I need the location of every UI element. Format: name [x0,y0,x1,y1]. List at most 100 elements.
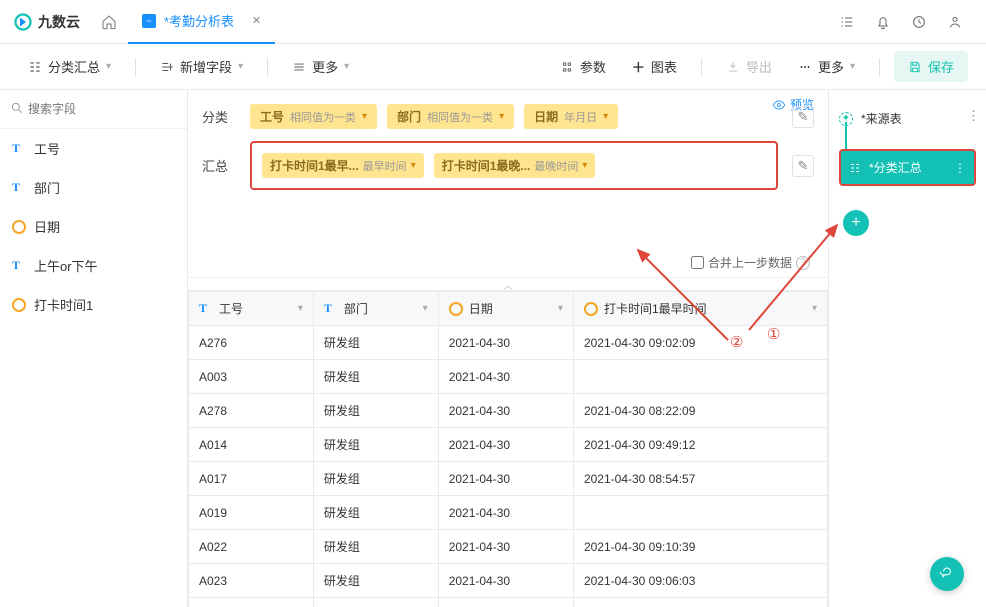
table-cell: 2021-04-30 [438,598,573,607]
table-cell: 2021-04-30 09:06:03 [573,564,827,598]
text-type-icon: T [12,180,26,195]
export-button[interactable]: 导出 [716,52,782,81]
node-more-icon[interactable]: ⋮ [954,161,966,175]
table-cell: 2021-04-30 [438,496,573,530]
table-cell: 研发组 [313,428,438,462]
tab-active[interactable]: ~ *考勤分析表 × [128,0,275,44]
search-icon [10,101,24,118]
summary-chip[interactable]: 打卡时间1最早...最早时间▾ [262,153,424,178]
save-button[interactable]: 保存 [894,51,968,82]
date-type-icon [12,298,26,312]
help-icon[interactable]: ? [796,256,810,270]
merge-prev-checkbox[interactable] [691,256,704,269]
merge-prev-row: 合并上一步数据 ? [188,248,828,277]
add-field-button[interactable]: 新增字段 ▾ [150,52,253,81]
group-by-label: 分类汇总 [48,57,100,76]
table-row[interactable]: A278研发组2021-04-302021-04-30 08:22:09 [189,394,828,428]
top-right-actions [838,13,982,31]
field-item[interactable]: 打卡时间1 [0,285,187,324]
tab-close-icon[interactable]: × [252,12,261,29]
field-name: 工号 [34,139,60,158]
field-item[interactable]: T工号 [0,129,187,168]
classify-label: 分类 [202,107,236,126]
table-cell: A017 [189,462,314,496]
classify-chip[interactable]: 日期年月日▾ [524,104,618,129]
field-search [0,90,187,129]
classify-chip[interactable]: 工号相同值为一类▾ [250,104,377,129]
user-icon[interactable] [946,13,964,31]
table-cell: A014 [189,428,314,462]
toolbar-separator [701,58,702,76]
table-cell: 2021-04-30 [438,530,573,564]
summary-row: 汇总 打卡时间1最早...最早时间▾ 打卡时间1最晚...最晚时间▾ ✎ [188,137,828,198]
table-row[interactable]: A281研发组2021-04-302021-04-30 09:49:00 [189,598,828,607]
field-item[interactable]: 日期 [0,207,187,246]
column-header[interactable]: 打卡时间1最早时间 ▾ [573,292,827,326]
home-button[interactable] [90,14,128,30]
groupby-node[interactable]: *分类汇总 ⋮ [839,149,976,186]
chart-button[interactable]: ＋ 图表 [622,52,687,81]
source-label: *来源表 [861,110,902,127]
groupby-node-label: *分类汇总 [869,159,922,176]
column-header[interactable]: T部门▾ [313,292,438,326]
table-row[interactable]: A014研发组2021-04-302021-04-30 09:49:12 [189,428,828,462]
table-cell: 2021-04-30 08:54:57 [573,462,827,496]
table-row[interactable]: A022研发组2021-04-302021-04-30 09:10:39 [189,530,828,564]
table-cell [573,496,827,530]
toolbar-separator [267,58,268,76]
tab-analysis-icon: ~ [142,14,156,28]
group-by-button[interactable]: 分类汇总 ▾ [18,52,121,81]
collapse-handle[interactable]: ︿ [188,277,828,291]
flow-sidebar: ⋮ ✦ *来源表 *分类汇总 ⋮ + ① [828,90,986,607]
table-row[interactable]: A019研发组2021-04-30 [189,496,828,530]
table-cell: 研发组 [313,394,438,428]
date-type-icon [12,220,26,234]
table-row[interactable]: A023研发组2021-04-302021-04-30 09:06:03 [189,564,828,598]
table-row[interactable]: A017研发组2021-04-302021-04-30 08:54:57 [189,462,828,496]
table-cell: 2021-04-30 09:49:00 [573,598,827,607]
field-name: 上午or下午 [34,256,98,275]
table-cell: 研发组 [313,598,438,607]
params-button[interactable]: 参数 [550,52,616,81]
annotation-2: ② [730,333,743,351]
clock-icon[interactable] [910,13,928,31]
text-type-icon: T [199,301,213,316]
table-cell: 研发组 [313,530,438,564]
table-row[interactable]: A003研发组2021-04-30 [189,360,828,394]
column-name: 打卡时间1最早时间 [604,300,707,317]
app-logo[interactable]: 九数云 [4,12,90,32]
chevron-down-icon: ▾ [298,303,303,314]
more-button[interactable]: 更多 ▾ [282,52,359,81]
source-more-icon[interactable]: ⋮ [967,108,980,124]
field-item[interactable]: T部门 [0,168,187,207]
classify-chip[interactable]: 部门相同值为一类▾ [387,104,514,129]
summary-chip[interactable]: 打卡时间1最晚...最晚时间▾ [434,153,596,178]
field-item[interactable]: T上午or下午 [0,246,187,285]
chevron-down-icon: ▾ [423,303,428,314]
table-cell: 2021-04-30 [438,326,573,360]
table-cell: 2021-04-30 09:02:09 [573,326,827,360]
table-cell: 研发组 [313,564,438,598]
summary-label: 汇总 [202,156,236,175]
chart-label: 图表 [651,57,677,76]
add-node-button[interactable]: + [843,210,869,236]
add-classify-chip[interactable]: ✎ [792,106,814,128]
help-fab[interactable] [930,557,964,591]
table-cell: 研发组 [313,360,438,394]
chevron-down-icon: ▾ [812,303,817,314]
source-node[interactable]: ✦ *来源表 [839,106,976,131]
field-search-input[interactable] [24,98,187,120]
more2-button[interactable]: 更多 ▾ [788,52,865,81]
table-cell: 2021-04-30 [438,428,573,462]
tab-title: *考勤分析表 [164,11,234,30]
add-summary-chip[interactable]: ✎ [792,155,814,177]
classify-row: 分类 工号相同值为一类▾ 部门相同值为一类▾ 日期年月日▾ ✎ [188,90,828,137]
params-label: 参数 [580,57,606,76]
bell-icon[interactable] [874,13,892,31]
column-header[interactable]: 日期▾ [438,292,573,326]
field-name: 打卡时间1 [34,295,93,314]
table-cell: 研发组 [313,496,438,530]
column-header[interactable]: T工号▾ [189,292,314,326]
list-check-icon[interactable] [838,13,856,31]
center-pane: 预览 分类 工号相同值为一类▾部门相同值为一类▾日期年月日▾ ✎ 汇总 打卡时间… [188,90,828,607]
